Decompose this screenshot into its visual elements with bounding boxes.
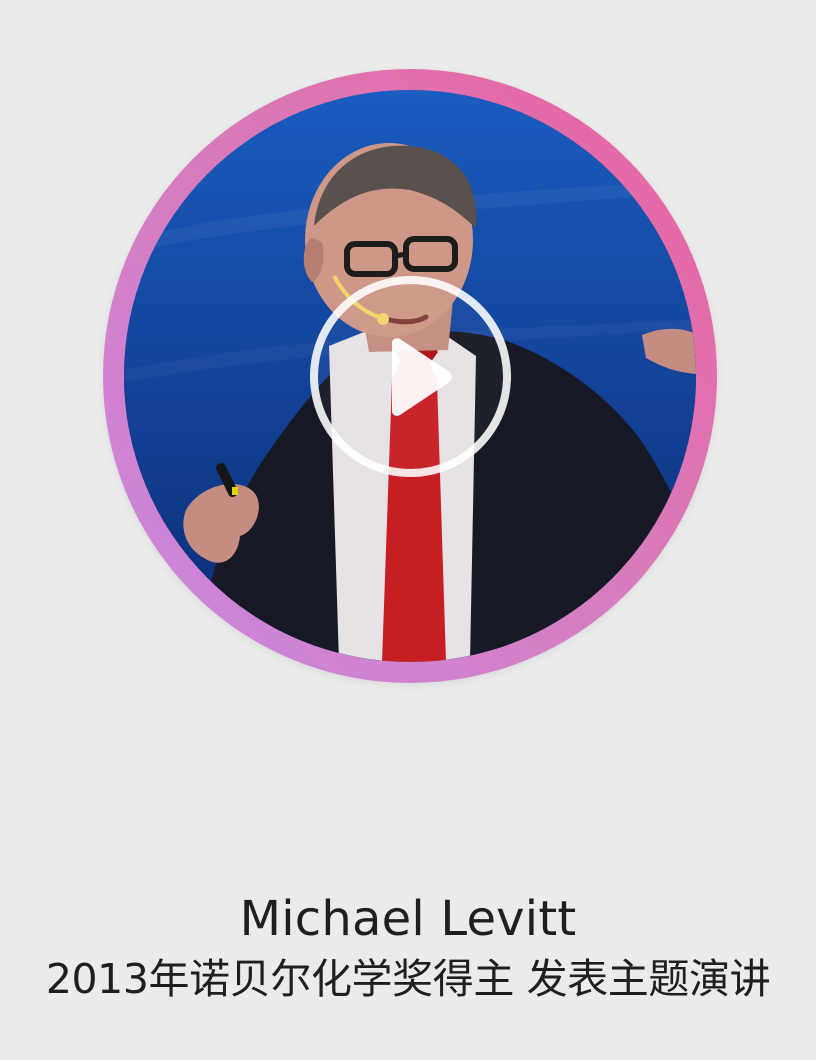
play-icon bbox=[391, 337, 452, 416]
speaker-name: Michael Levitt bbox=[239, 891, 577, 947]
play-button[interactable] bbox=[310, 276, 511, 477]
video-thumbnail[interactable] bbox=[124, 90, 696, 662]
video-thumbnail-ring[interactable] bbox=[103, 69, 717, 683]
speaker-description: 2013年诺贝尔化学奖得主 发表主题演讲 bbox=[45, 955, 771, 1003]
